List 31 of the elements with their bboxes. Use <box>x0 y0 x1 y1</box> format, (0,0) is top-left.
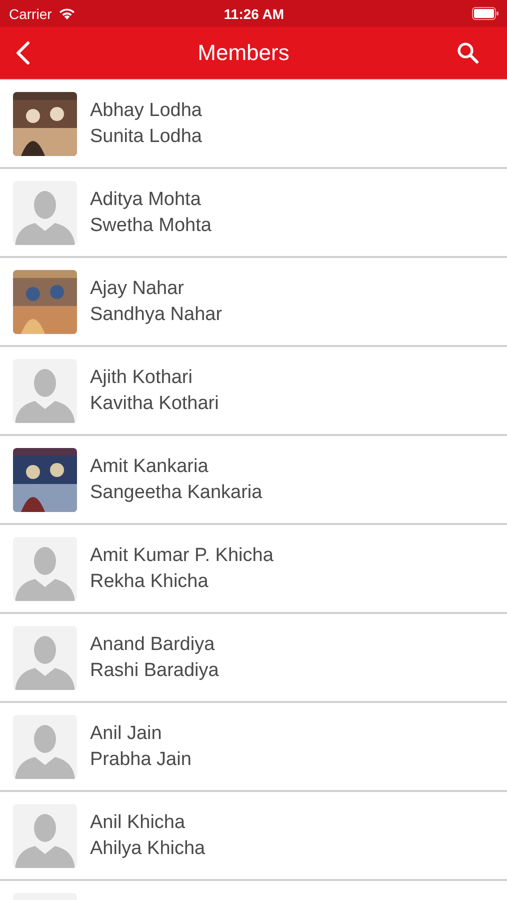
person-silhouette-icon <box>13 626 77 690</box>
battery-icon <box>472 7 499 20</box>
back-icon[interactable] <box>16 41 30 65</box>
member-name: Abhay Lodha <box>90 100 202 122</box>
member-name: Anand Bardiya <box>90 634 216 656</box>
person-silhouette-icon <box>13 536 77 600</box>
person-silhouette-icon <box>13 180 77 244</box>
member-name: Kavitha Kothari <box>90 392 219 414</box>
member-name: Ajay Nahar <box>90 278 185 300</box>
person-silhouette-icon <box>13 358 77 422</box>
member-name: Anil Khicha <box>90 812 186 834</box>
member-name: Prabha Jain <box>90 748 192 770</box>
member-name: Aditya Mohta <box>90 188 202 210</box>
person-silhouette-icon <box>13 804 77 868</box>
member-name: Rekha Khicha <box>90 570 210 592</box>
member-name: Sangeetha Kankaria <box>90 482 262 504</box>
member-name: Amit Kankaria <box>90 456 210 478</box>
member-name: Sunita Lodha <box>90 126 202 148</box>
search-icon[interactable] <box>457 42 479 64</box>
member-name: Amit Kumar P. Khicha <box>90 544 274 566</box>
person-silhouette-icon <box>13 714 77 778</box>
screen-title: Members <box>198 40 290 66</box>
wifi-icon <box>58 7 76 20</box>
member-name: Rashi Baradiya <box>90 660 219 682</box>
member-name: Anil Jain <box>90 722 163 744</box>
member-name: Sandhya Nahar <box>90 304 222 326</box>
clock-time: 11:26 AM <box>224 6 284 22</box>
member-name: Ajith Kothari <box>90 366 194 388</box>
member-name: Swetha Mohta <box>90 214 212 236</box>
carrier-label: Carrier <box>9 6 52 22</box>
member-name: Ahilya Khicha <box>90 838 206 860</box>
